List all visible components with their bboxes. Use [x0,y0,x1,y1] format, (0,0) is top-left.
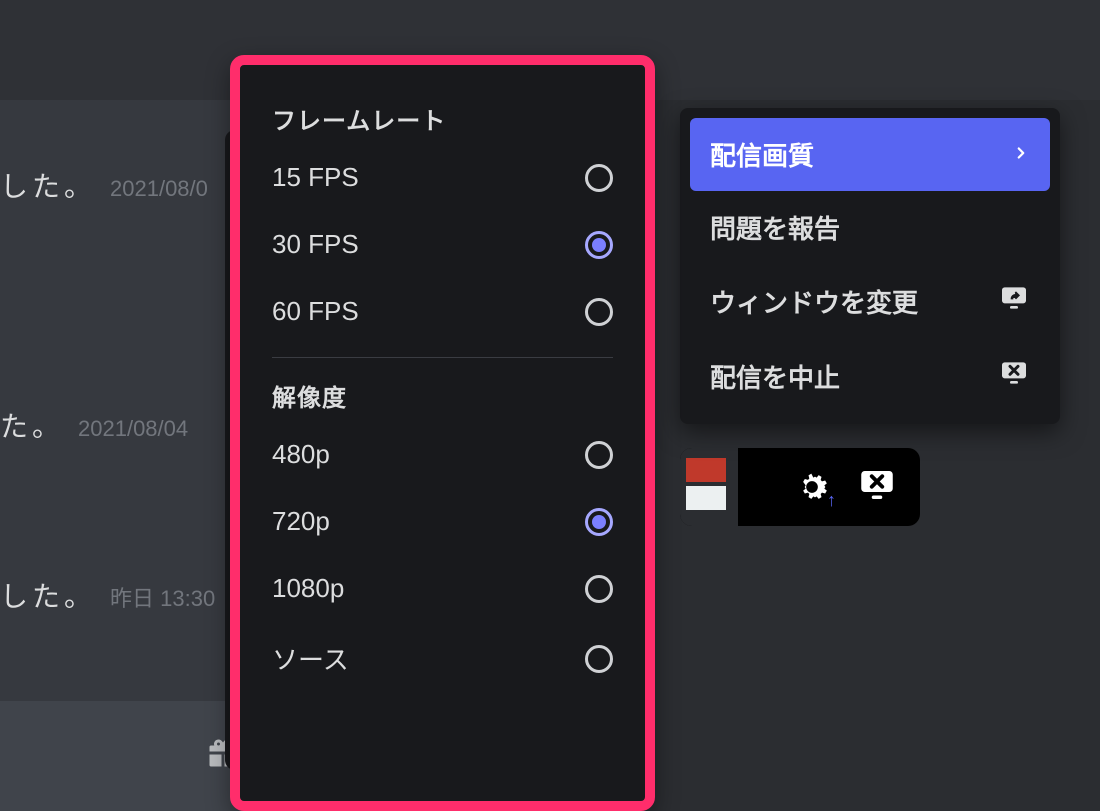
section-divider [272,357,613,358]
option-label: 480p [272,439,330,470]
menu-item-label: 配信を中止 [710,358,840,395]
resolution-option-1080p[interactable]: 1080p [240,555,645,622]
resolution-option-source[interactable]: ソース [240,622,645,695]
radio-selected-icon [585,508,613,536]
option-label: ソース [272,640,349,677]
framerate-option-15[interactable]: 15 FPS [240,144,645,211]
option-label: 15 FPS [272,162,359,193]
chat-message-text: た。 [0,405,64,445]
chat-message-timestamp: 2021/08/04 [78,416,188,442]
resolution-section-header: 解像度 [240,366,645,421]
chat-message-text: した。 [0,575,96,615]
menu-item-label: 配信画質 [710,136,814,173]
upgrade-arrow-icon: ↑ [827,490,836,511]
stop-stream-button[interactable] [856,464,898,511]
radio-icon [585,441,613,469]
stream-context-menu: 配信画質 問題を報告 ウィンドウを変更 配信を中止 [680,108,1060,424]
radio-icon [585,298,613,326]
resolution-option-480p[interactable]: 480p [240,421,645,488]
framerate-section-header: フレームレート [240,89,645,144]
framerate-option-30[interactable]: 30 FPS [240,211,645,278]
stream-toolbar: ↑ [680,448,920,526]
chat-message-timestamp: 昨日 13:30 [110,581,215,613]
menu-item-label: ウィンドウを変更 [710,283,918,320]
stop-screen-icon [856,464,898,506]
menu-item-report-problem[interactable]: 問題を報告 [690,191,1050,264]
gear-icon [792,467,832,507]
stream-thumbnail[interactable] [680,448,738,526]
menu-item-stream-quality[interactable]: 配信画質 [690,118,1050,191]
stop-screen-icon [998,357,1030,396]
menu-item-stop-stream[interactable]: 配信を中止 [690,339,1050,414]
option-label: 1080p [272,573,344,604]
chevron-right-icon [1012,142,1030,168]
resolution-option-720p[interactable]: 720p [240,488,645,555]
radio-icon [585,575,613,603]
radio-icon [585,645,613,673]
menu-item-change-window[interactable]: ウィンドウを変更 [690,264,1050,339]
chat-message-timestamp: 2021/08/0 [110,176,208,202]
chat-message-row: した。 昨日 13:30 [0,575,230,615]
radio-icon [585,164,613,192]
radio-selected-icon [585,231,613,259]
option-label: 30 FPS [272,229,359,260]
share-screen-icon [998,282,1030,321]
chat-message-text: した。 [0,165,96,205]
framerate-option-60[interactable]: 60 FPS [240,278,645,345]
stream-quality-panel: フレームレート 15 FPS 30 FPS 60 FPS 解像度 480p 72… [230,55,655,811]
menu-item-label: 問題を報告 [710,209,840,246]
chat-message-row: た。 2021/08/04 [0,405,230,445]
stream-settings-button[interactable]: ↑ [792,467,832,507]
option-label: 60 FPS [272,296,359,327]
chat-message-row: した。 2021/08/0 [0,165,230,205]
option-label: 720p [272,506,330,537]
